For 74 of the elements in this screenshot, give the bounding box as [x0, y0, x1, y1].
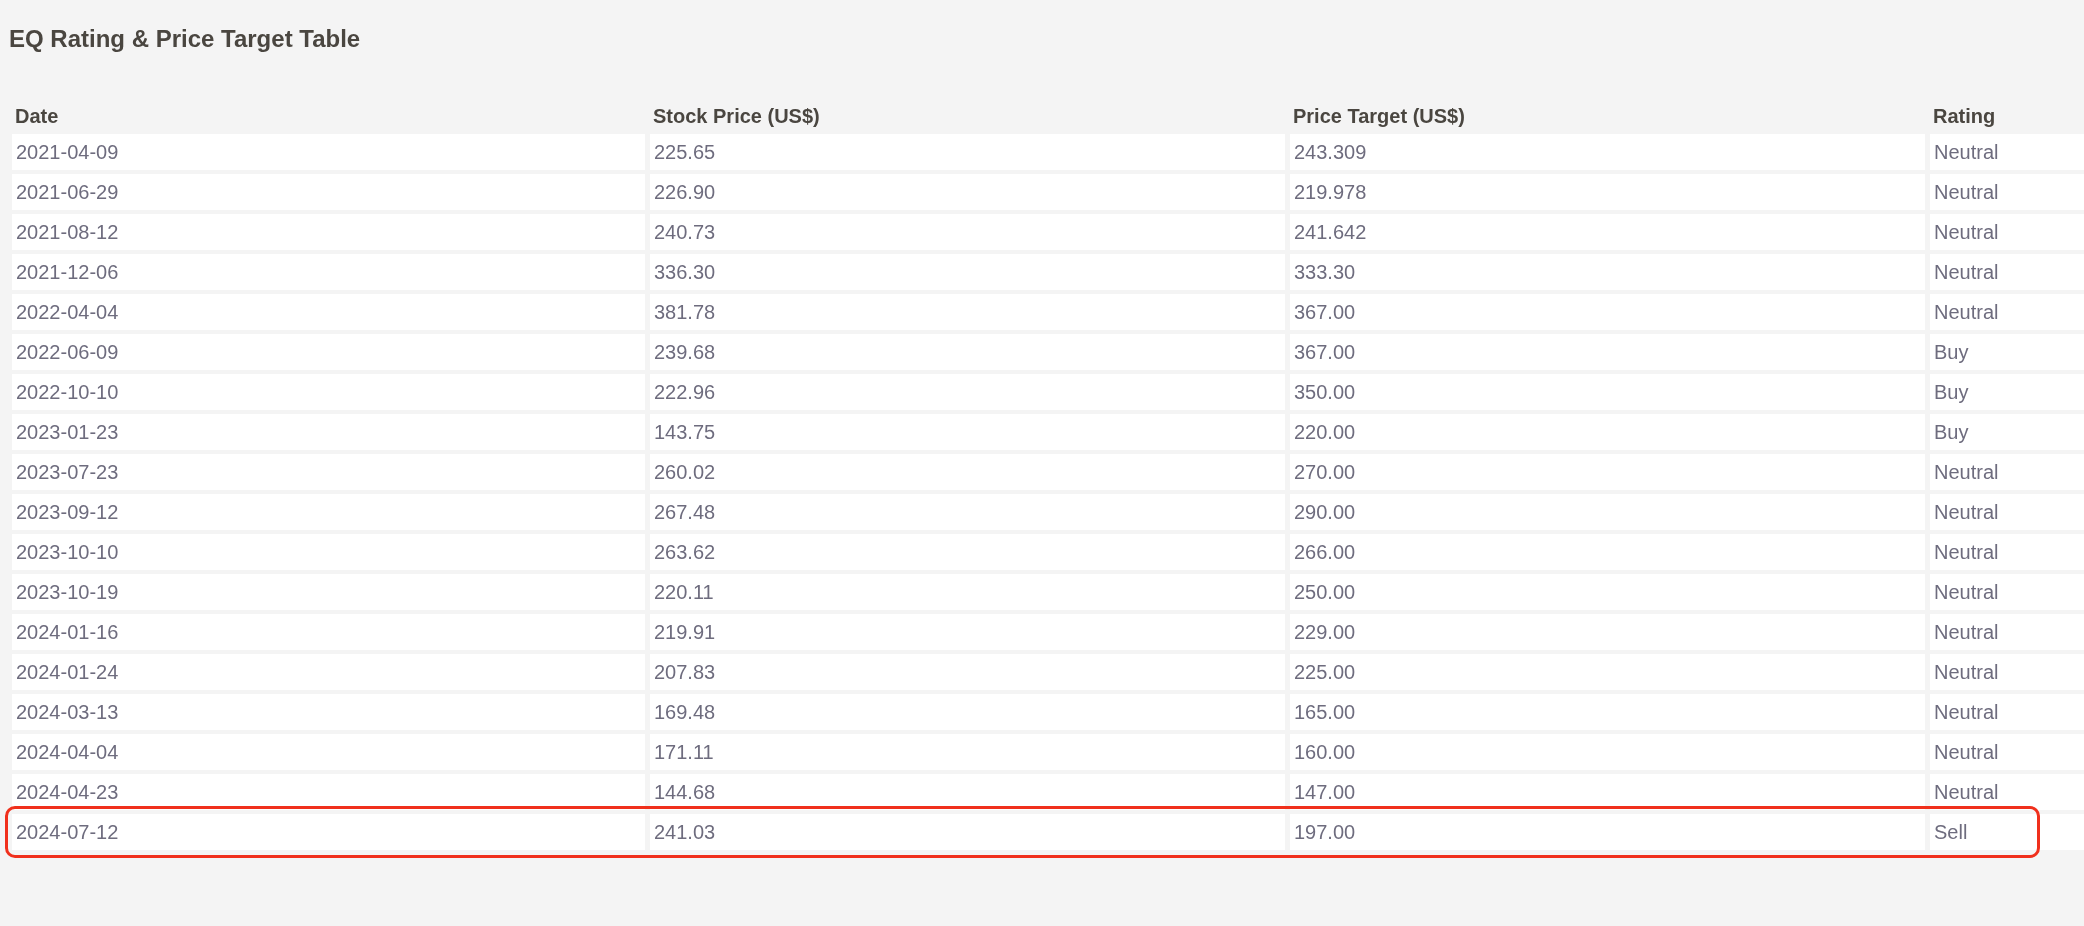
table-cell: 381.78: [650, 294, 1285, 330]
table-cell: 270.00: [1290, 454, 1925, 490]
table-cell: Neutral: [1930, 494, 2084, 530]
table-cell: 239.68: [650, 334, 1285, 370]
column-header: Stock Price (US$): [652, 104, 821, 128]
table-cell: Neutral: [1930, 294, 2084, 330]
table-cell: 226.90: [650, 174, 1285, 210]
table-cell: 350.00: [1290, 374, 1925, 410]
table-cell: Buy: [1930, 414, 2084, 450]
table-cell: 160.00: [1290, 734, 1925, 770]
table-cell: 197.00: [1290, 814, 1925, 850]
table-cell: 2023-10-19: [12, 574, 645, 610]
table-cell: 267.48: [650, 494, 1285, 530]
table-cell: 243.309: [1290, 134, 1925, 170]
table-cell: Buy: [1930, 374, 2084, 410]
table-cell: Neutral: [1930, 774, 2084, 810]
table-cell: Neutral: [1930, 614, 2084, 650]
column-header: Rating: [1932, 104, 1997, 128]
table-cell: Neutral: [1930, 654, 2084, 690]
table-cell: 2022-06-09: [12, 334, 645, 370]
table-cell: 367.00: [1290, 334, 1925, 370]
table-cell: Neutral: [1930, 454, 2084, 490]
table-cell: Neutral: [1930, 174, 2084, 210]
table-cell: Neutral: [1930, 574, 2084, 610]
table-cell: 333.30: [1290, 254, 1925, 290]
table-cell: 2023-01-23: [12, 414, 645, 450]
table-cell: 260.02: [650, 454, 1285, 490]
table-cell: 2021-08-12: [12, 214, 645, 250]
table-cell: 225.00: [1290, 654, 1925, 690]
table-cell: 169.48: [650, 694, 1285, 730]
table-cell: Neutral: [1930, 694, 2084, 730]
table-cell: Buy: [1930, 334, 2084, 370]
table-cell: 220.11: [650, 574, 1285, 610]
table-cell: 165.00: [1290, 694, 1925, 730]
table-cell: 2021-06-29: [12, 174, 645, 210]
table-cell: 2022-04-04: [12, 294, 645, 330]
table-cell: Neutral: [1930, 214, 2084, 250]
table-cell: 241.642: [1290, 214, 1925, 250]
table-cell: Sell: [1930, 814, 2084, 850]
table-cell: 250.00: [1290, 574, 1925, 610]
table-cell: 266.00: [1290, 534, 1925, 570]
table-cell: 241.03: [650, 814, 1285, 850]
table-cell: 207.83: [650, 654, 1285, 690]
table-cell: 220.00: [1290, 414, 1925, 450]
table-cell: 2023-07-23: [12, 454, 645, 490]
table-cell: Neutral: [1930, 734, 2084, 770]
table-cell: 171.11: [650, 734, 1285, 770]
table-cell: 219.91: [650, 614, 1285, 650]
table-cell: 240.73: [650, 214, 1285, 250]
table-cell: 2023-09-12: [12, 494, 645, 530]
column-header: Price Target (US$): [1292, 104, 1466, 128]
table-cell: 222.96: [650, 374, 1285, 410]
table-cell: 2024-01-16: [12, 614, 645, 650]
table-cell: Neutral: [1930, 254, 2084, 290]
table-cell: 290.00: [1290, 494, 1925, 530]
table-cell: 2021-12-06: [12, 254, 645, 290]
table-cell: Neutral: [1930, 134, 2084, 170]
table-cell: 2024-01-24: [12, 654, 645, 690]
table-cell: 263.62: [650, 534, 1285, 570]
table-title: EQ Rating & Price Target Table: [8, 24, 362, 54]
table-cell: 219.978: [1290, 174, 1925, 210]
table-cell: 336.30: [650, 254, 1285, 290]
table-cell: 225.65: [650, 134, 1285, 170]
table-cell: 229.00: [1290, 614, 1925, 650]
table-cell: 143.75: [650, 414, 1285, 450]
table-cell: 2024-07-12: [12, 814, 645, 850]
table-cell: 2023-10-10: [12, 534, 645, 570]
table-cell: 367.00: [1290, 294, 1925, 330]
table-cell: 2022-10-10: [12, 374, 645, 410]
table-cell: 2024-04-04: [12, 734, 645, 770]
column-header: Date: [14, 104, 60, 128]
table-cell: Neutral: [1930, 534, 2084, 570]
table-cell: 2021-04-09: [12, 134, 645, 170]
table-cell: 2024-03-13: [12, 694, 645, 730]
